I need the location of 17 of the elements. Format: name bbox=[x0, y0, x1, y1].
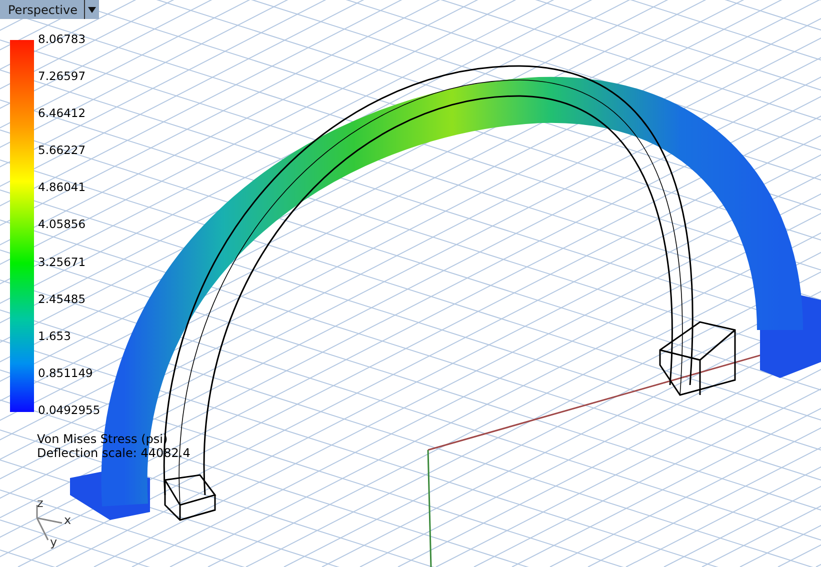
scale-value: 5.66227 bbox=[38, 144, 87, 158]
axis-label: z bbox=[37, 496, 44, 510]
scale-value: 1.653 bbox=[38, 330, 72, 343]
scale-value: 2.45485 bbox=[38, 292, 87, 306]
scale-value: 0.851149 bbox=[38, 366, 94, 380]
scale-value: 6.46412 bbox=[38, 107, 87, 120]
scale-value: 7.26597 bbox=[38, 70, 87, 84]
scale-value: 8.06783 bbox=[38, 33, 87, 46]
scale-value: 0.0492955 bbox=[38, 404, 100, 417]
axis-label: x bbox=[64, 513, 72, 527]
scale-value: 4.86041 bbox=[38, 181, 87, 194]
scale-value: 3.25671 bbox=[38, 256, 87, 269]
dropdown-button[interactable] bbox=[84, 0, 98, 19]
axis-label: y bbox=[50, 535, 58, 549]
scale-value: 4.05856 bbox=[38, 218, 87, 232]
viewport-tab[interactable]: Perspective bbox=[0, 0, 98, 19]
caret-icon bbox=[88, 6, 96, 12]
